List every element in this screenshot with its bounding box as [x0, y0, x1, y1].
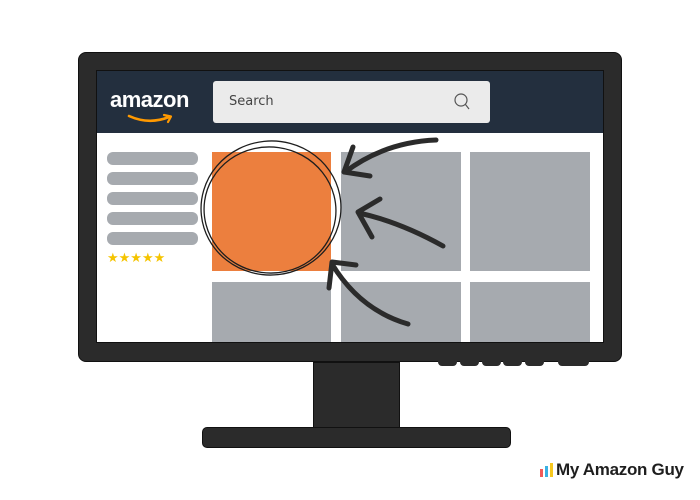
search-input[interactable]: Search: [213, 81, 490, 123]
rating-stars: ★★★★★: [107, 250, 166, 265]
monitor-power-button: [558, 360, 589, 366]
search-icon[interactable]: [453, 92, 473, 112]
monitor-button: [503, 360, 522, 366]
filter-bar[interactable]: [107, 232, 198, 245]
brand-logo: My Amazon Guy: [540, 460, 684, 480]
monitor-button: [525, 360, 544, 366]
product-tile[interactable]: [212, 282, 331, 342]
amazon-logo[interactable]: amazon: [110, 87, 189, 113]
bar-chart-icon: [540, 463, 553, 477]
brand-name: My Amazon Guy: [556, 460, 684, 479]
monitor-screen: amazon Search ★★★★★: [96, 70, 604, 343]
filter-bar[interactable]: [107, 172, 198, 185]
product-tile[interactable]: [341, 152, 461, 271]
filter-bar[interactable]: [107, 212, 198, 225]
product-tile[interactable]: [341, 282, 461, 342]
monitor-button: [460, 360, 479, 366]
monitor-stand-neck: [313, 362, 400, 428]
product-tile-highlighted[interactable]: [212, 152, 331, 271]
amazon-smile-icon: [127, 113, 173, 124]
product-tile[interactable]: [470, 152, 590, 271]
search-placeholder: Search: [229, 94, 274, 109]
monitor-button: [482, 360, 501, 366]
amazon-header: amazon Search: [97, 71, 603, 133]
filter-bar[interactable]: [107, 192, 198, 205]
monitor-stand-base: [202, 427, 511, 448]
filter-bar[interactable]: [107, 152, 198, 165]
monitor-button: [438, 360, 457, 366]
product-tile[interactable]: [470, 282, 590, 342]
